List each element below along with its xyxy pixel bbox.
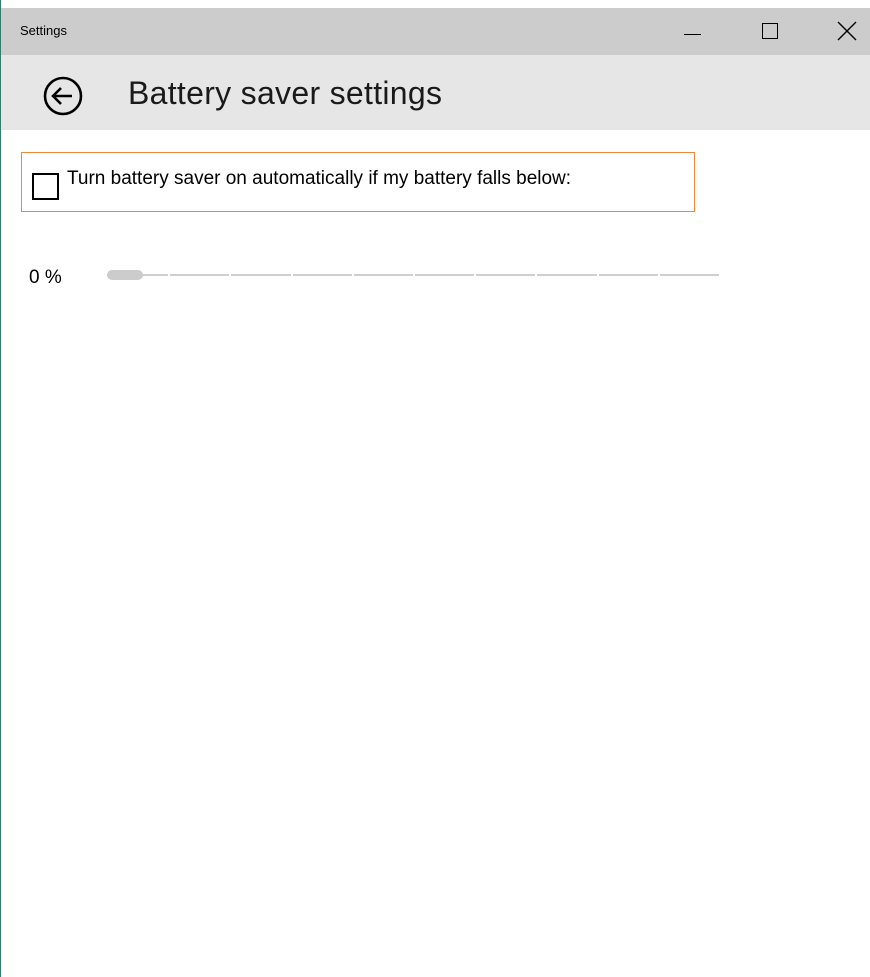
back-arrow-icon	[43, 76, 83, 116]
minimize-icon	[684, 34, 701, 35]
back-button[interactable]	[39, 75, 87, 117]
close-icon	[837, 21, 857, 41]
title-bar[interactable]: Settings	[1, 8, 870, 55]
page-title: Battery saver settings	[128, 75, 443, 111]
minimize-button[interactable]	[668, 8, 714, 55]
auto-battery-saver-checkbox[interactable]: Turn battery saver on automatically if m…	[21, 152, 695, 212]
maximize-icon	[762, 23, 778, 39]
settings-window: Settings Battery saver settings Turn bat…	[0, 0, 870, 977]
checkbox-label: Turn battery saver on automatically if m…	[67, 168, 572, 189]
slider-value-label: 0 %	[29, 267, 62, 288]
slider-tick	[413, 272, 415, 278]
slider-tick	[291, 272, 293, 278]
window-title: Settings	[20, 23, 67, 38]
slider-tick	[168, 272, 170, 278]
content-area: Turn battery saver on automatically if m…	[1, 130, 870, 977]
slider-tick	[597, 272, 599, 278]
slider-tick	[474, 272, 476, 278]
slider-tick	[658, 272, 660, 278]
slider-thumb[interactable]	[107, 270, 143, 280]
slider-tick	[229, 272, 231, 278]
slider-tick	[352, 272, 354, 278]
page-header: Battery saver settings	[1, 55, 870, 130]
battery-threshold-slider[interactable]	[107, 262, 721, 288]
slider-tick	[535, 272, 537, 278]
checkbox-box[interactable]	[32, 173, 59, 200]
close-button[interactable]	[824, 8, 870, 55]
maximize-button[interactable]	[747, 8, 793, 55]
